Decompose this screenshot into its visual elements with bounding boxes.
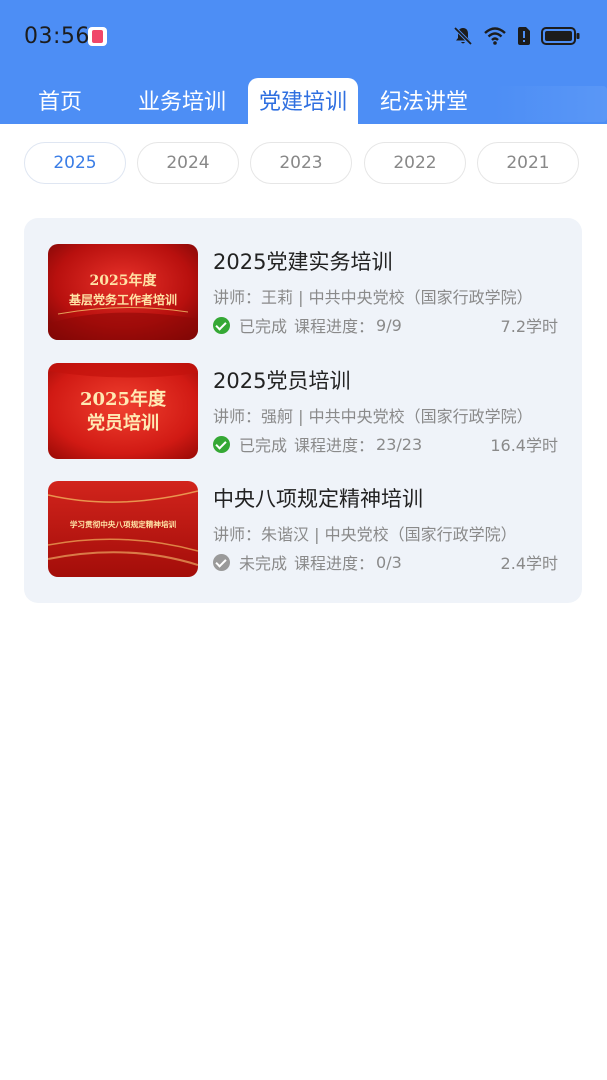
progress-value: 23/23 [376,434,423,454]
course-hours: 7.2学时 [500,317,558,336]
course-title: 中央八项规定精神培训 [213,487,423,511]
status-bar: 03:56 [0,0,607,72]
wifi-icon [483,26,507,46]
year-chip-2024[interactable]: 2024 [137,142,239,184]
course-item[interactable]: 2025年度 基层党务工作者培训 2025党建实务培训 讲师：王莉 | 中共中央… [48,244,558,340]
thumb-line2: 党员培训 [87,412,159,434]
tab-business-training[interactable]: 业务培训 [126,78,238,124]
thumb-line1: 2025年度 [80,388,167,410]
progress-value: 9/9 [376,315,402,335]
course-status: 未完成 课程进度： 0/3 [213,550,402,574]
status-icons [453,24,581,48]
tab-discipline-lecture[interactable]: 纪法讲堂 [372,78,476,124]
status-text: 未完成 [239,554,288,573]
course-thumbnail: 2025年度 党员培训 [48,363,198,459]
alert-sim-icon [517,26,531,46]
course-status: 已完成 课程进度： 23/23 [213,432,422,456]
battery-icon [541,26,581,46]
app-notification-icon [88,27,107,46]
tab-party-training[interactable]: 党建培训 [248,78,358,124]
year-filter: 2025 2024 2023 2022 2021 [0,142,607,186]
course-thumbnail: 2025年度 基层党务工作者培训 [48,244,198,340]
app-header: 03:56 首页 业务培训 党建培训 纪法讲堂 [0,0,607,124]
status-text: 已完成 [239,317,288,336]
incomplete-check-icon [213,553,230,571]
completed-check-icon [213,316,230,334]
year-chip-2022[interactable]: 2022 [364,142,466,184]
course-teacher: 讲师：王莉 | 中共中央党校（国家行政学院） [213,288,533,307]
completed-check-icon [213,435,230,453]
course-thumbnail: 学习贯彻中央八项规定精神培训 [48,481,198,577]
year-chip-2025[interactable]: 2025 [24,142,126,184]
status-time: 03:56 [24,24,90,49]
course-hours: 16.4学时 [490,436,558,455]
progress-label: 课程进度： [294,554,375,573]
progress-value: 0/3 [376,552,402,572]
course-hours: 2.4学时 [500,554,558,573]
course-title: 2025党员培训 [213,369,351,393]
course-item[interactable]: 2025年度 党员培训 2025党员培训 讲师：强舸 | 中共中央党校（国家行政… [48,363,558,459]
thumb-line1: 学习贯彻中央八项规定精神培训 [70,519,177,529]
course-teacher: 讲师：朱谐汉 | 中央党校（国家行政学院） [213,525,517,544]
thumb-line2: 基层党务工作者培训 [68,292,177,307]
year-chip-2023[interactable]: 2023 [250,142,352,184]
progress-label: 课程进度： [294,317,375,336]
mute-bell-icon [453,26,473,46]
progress-label: 课程进度： [294,436,375,455]
year-chip-2021[interactable]: 2021 [477,142,579,184]
tab-home[interactable]: 首页 [24,78,96,124]
course-item[interactable]: 学习贯彻中央八项规定精神培训 中央八项规定精神培训 讲师：朱谐汉 | 中央党校（… [48,481,558,577]
tabs-overflow-fade [494,86,607,122]
course-teacher: 讲师：强舸 | 中共中央党校（国家行政学院） [213,407,533,426]
thumb-line1: 2025年度 [90,272,158,289]
status-text: 已完成 [239,436,288,455]
course-list: 2025年度 基层党务工作者培训 2025党建实务培训 讲师：王莉 | 中共中央… [24,218,582,603]
course-status: 已完成 课程进度： 9/9 [213,313,402,337]
category-tabs: 首页 业务培训 党建培训 纪法讲堂 [0,78,607,124]
course-title: 2025党建实务培训 [213,250,393,274]
